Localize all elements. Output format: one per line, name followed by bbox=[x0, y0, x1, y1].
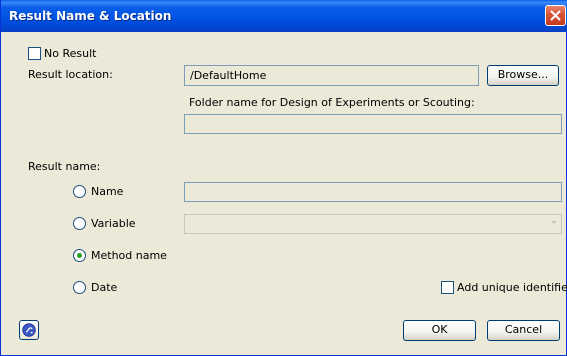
radio-method-name[interactable] bbox=[73, 249, 86, 262]
ok-button[interactable]: OK bbox=[403, 320, 476, 341]
help-button[interactable] bbox=[19, 320, 39, 340]
no-result-checkbox[interactable] bbox=[28, 47, 41, 60]
add-unique-identifier-checkbox[interactable] bbox=[441, 281, 454, 294]
result-name-label: Result name: bbox=[28, 160, 101, 173]
radio-date-label: Date bbox=[91, 281, 118, 294]
variable-dropdown[interactable] bbox=[184, 214, 562, 234]
name-field[interactable] bbox=[184, 182, 562, 202]
radio-method-name-label: Method name bbox=[91, 249, 167, 262]
add-unique-identifier-label: Add unique identifier bbox=[457, 281, 567, 294]
browse-button[interactable]: Browse... bbox=[487, 65, 559, 86]
result-location-value: /DefaultHome bbox=[190, 69, 267, 82]
dialog-title: Result Name & Location bbox=[9, 9, 172, 23]
chevron-down-icon bbox=[551, 221, 557, 224]
folder-name-label: Folder name for Design of Experiments or… bbox=[189, 96, 475, 109]
title-bar[interactable]: Result Name & Location bbox=[1, 0, 567, 32]
result-location-label: Result location: bbox=[28, 68, 113, 81]
radio-name[interactable] bbox=[73, 185, 86, 198]
radio-date[interactable] bbox=[73, 281, 86, 294]
folder-name-field[interactable] bbox=[184, 114, 562, 134]
no-result-label: No Result bbox=[44, 47, 97, 60]
close-icon bbox=[550, 10, 561, 21]
radio-variable[interactable] bbox=[73, 217, 86, 230]
cancel-button[interactable]: Cancel bbox=[487, 320, 560, 341]
radio-name-label: Name bbox=[91, 185, 124, 198]
help-icon bbox=[22, 323, 36, 337]
radio-selected-dot bbox=[77, 253, 82, 258]
dialog-window: Result Name & Location No Result Result … bbox=[0, 0, 567, 356]
result-location-field[interactable]: /DefaultHome bbox=[184, 65, 479, 86]
radio-variable-label: Variable bbox=[91, 217, 136, 230]
close-button[interactable] bbox=[545, 5, 566, 26]
